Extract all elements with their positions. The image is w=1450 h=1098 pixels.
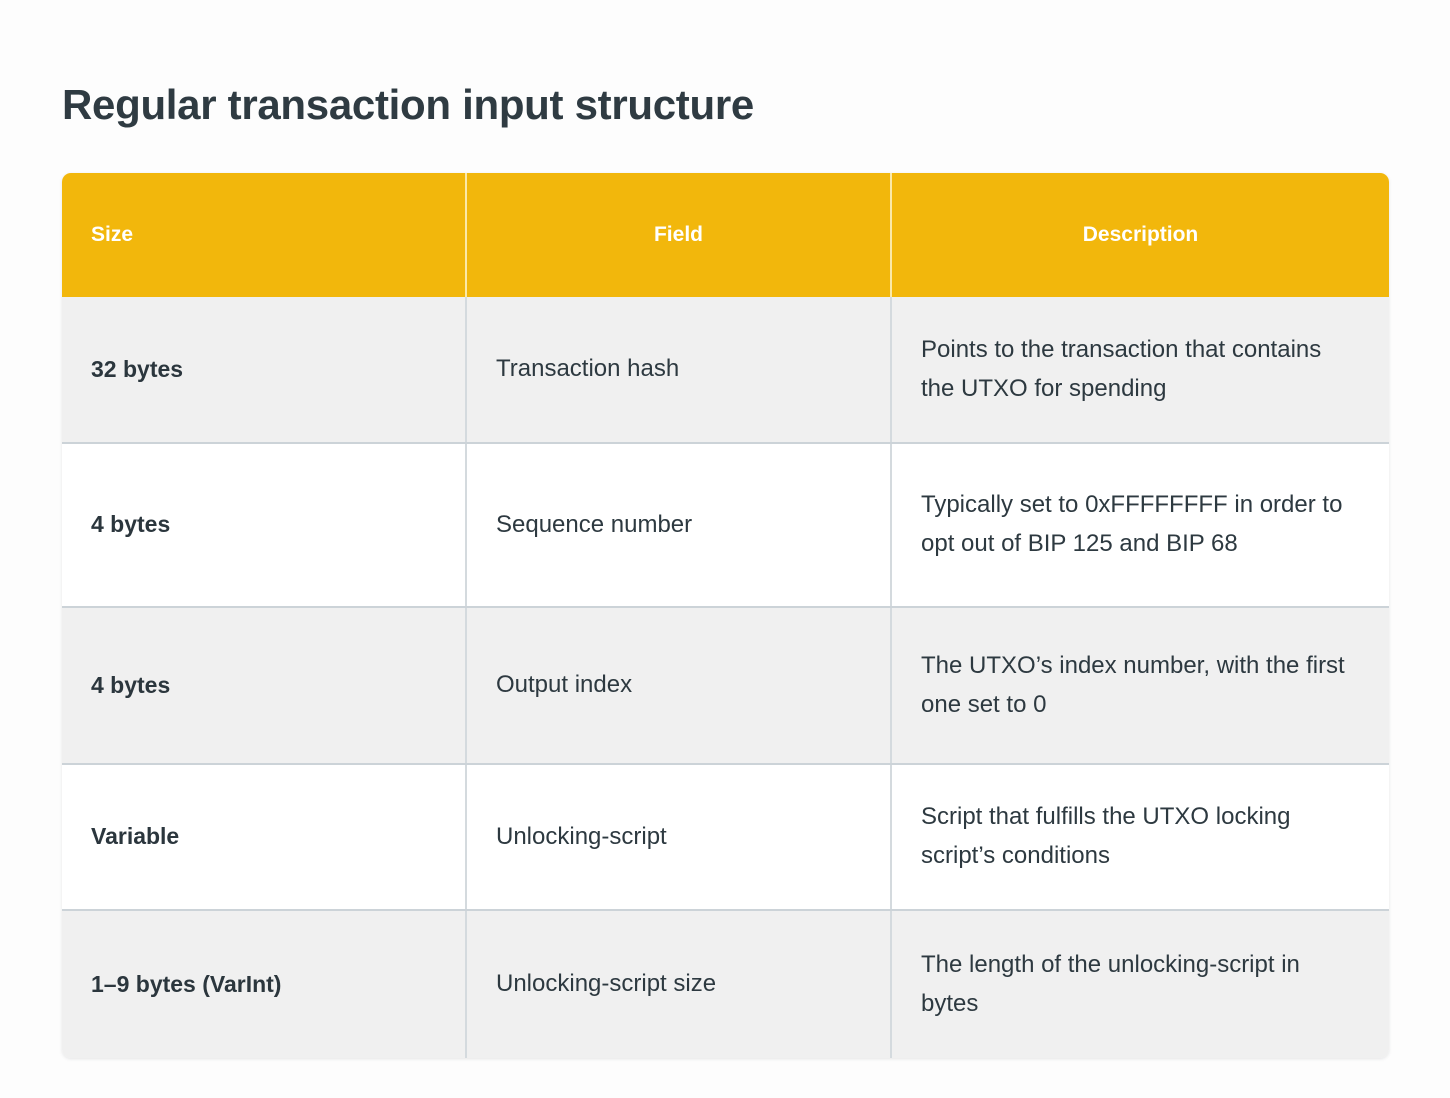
cell-size: Variable	[62, 764, 467, 911]
cell-field: Output index	[466, 607, 892, 765]
table-body: 32 bytes Transaction hash Points to the …	[62, 297, 1389, 1058]
cell-description: The length of the unlocking-script in by…	[891, 910, 1389, 1058]
column-header-size: Size	[62, 173, 467, 297]
transaction-input-structure-table: Size Field Description 32 bytes Transact…	[62, 173, 1389, 1058]
cell-field: Unlocking-script size	[466, 910, 892, 1058]
page-title: Regular transaction input structure	[62, 81, 754, 129]
cell-description: The UTXO’s index number, with the first …	[891, 607, 1389, 765]
cell-field: Sequence number	[466, 443, 892, 608]
structure-table-container: Size Field Description 32 bytes Transact…	[62, 173, 1389, 1058]
cell-size: 4 bytes	[62, 443, 467, 608]
cell-description: Typically set to 0xFFFFFFFF in order to …	[891, 443, 1389, 608]
cell-field: Unlocking-script	[466, 764, 892, 911]
table-row: 32 bytes Transaction hash Points to the …	[62, 297, 1389, 444]
table-row: Variable Unlocking-script Script that fu…	[62, 764, 1389, 911]
table-row: 4 bytes Sequence number Typically set to…	[62, 443, 1389, 608]
column-header-field: Field	[466, 173, 892, 297]
cell-description: Script that fulfills the UTXO locking sc…	[891, 764, 1389, 911]
page-root: Regular transaction input structure Size…	[0, 0, 1450, 1098]
table-row: 1–9 bytes (VarInt) Unlocking-script size…	[62, 910, 1389, 1058]
table-row: 4 bytes Output index The UTXO’s index nu…	[62, 607, 1389, 765]
cell-size: 32 bytes	[62, 297, 467, 444]
table-header: Size Field Description	[62, 173, 1389, 297]
cell-size: 1–9 bytes (VarInt)	[62, 910, 467, 1058]
cell-description: Points to the transaction that contains …	[891, 297, 1389, 444]
table-header-row: Size Field Description	[62, 173, 1389, 297]
cell-field: Transaction hash	[466, 297, 892, 444]
cell-size: 4 bytes	[62, 607, 467, 765]
column-header-description: Description	[891, 173, 1389, 297]
